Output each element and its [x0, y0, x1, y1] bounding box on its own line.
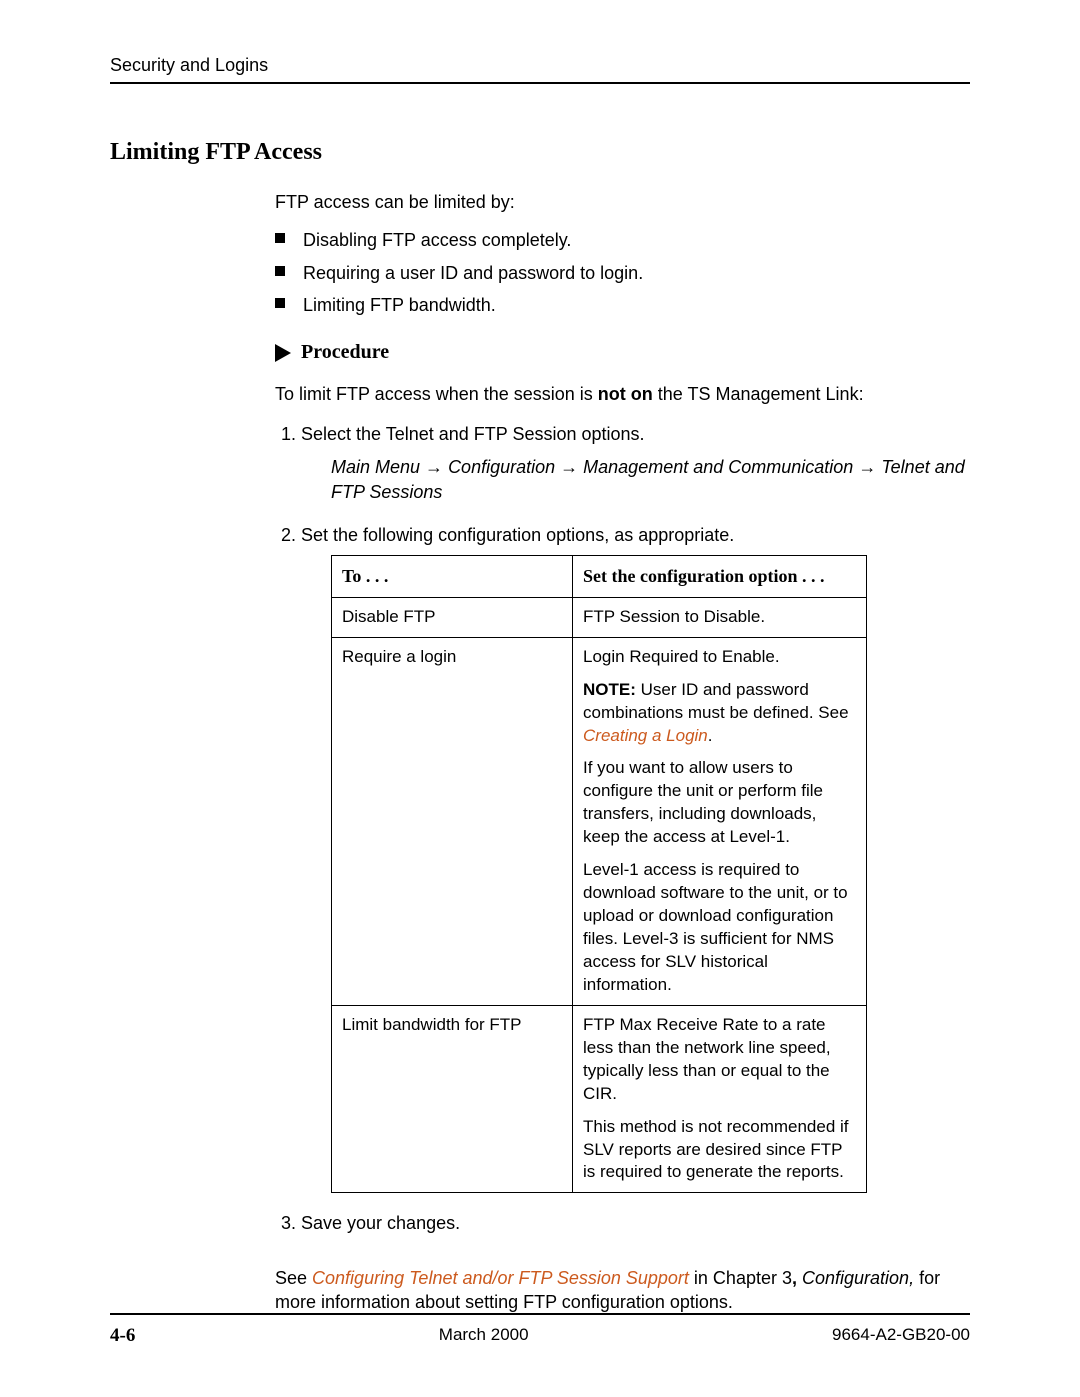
cross-ref-link[interactable]: Creating a Login [583, 726, 708, 745]
cell-para: Login Required to Enable. [583, 646, 856, 669]
config-table: To . . . Set the configuration option . … [331, 555, 867, 1193]
step-1: Select the Telnet and FTP Session option… [301, 422, 970, 505]
cell-para: NOTE: User ID and password combinations … [583, 679, 856, 748]
arrow-right-icon: → [560, 457, 578, 477]
step-text: Set the following configuration options,… [301, 525, 734, 545]
bullet-list: Disabling FTP access completely. Requiri… [275, 228, 970, 317]
step-3: Save your changes. [301, 1211, 970, 1235]
arrow-right-icon: → [425, 457, 443, 477]
text: in Chapter 3 [689, 1268, 792, 1288]
bullet-text: Requiring a user ID and password to logi… [303, 263, 643, 283]
table-head-left: To . . . [332, 556, 573, 597]
table-row: Disable FTP FTP Session to Disable. [332, 597, 867, 637]
page-number: 4-6 [110, 1325, 135, 1347]
cell-para: Level-1 access is required to download s… [583, 859, 856, 997]
step-2: Set the following configuration options,… [301, 523, 970, 1193]
triangle-right-icon [275, 344, 291, 362]
procedure-heading: Procedure [275, 339, 970, 366]
reference-para: See Configuring Telnet and/or FTP Sessio… [275, 1266, 970, 1315]
page-footer: 4-6 March 2000 9664-A2-GB20-00 [110, 1313, 970, 1347]
text: . [708, 726, 713, 745]
path-part: Main Menu [331, 457, 425, 477]
italic-text: Configuration, [802, 1268, 914, 1288]
cell-left: Limit bandwidth for FTP [332, 1005, 573, 1193]
menu-path: Main Menu → Configuration → Management a… [331, 455, 970, 505]
body-block: FTP access can be limited by: Disabling … [275, 190, 970, 1314]
footer-date: March 2000 [439, 1325, 529, 1347]
cell-para: If you want to allow users to configure … [583, 757, 856, 849]
text: To limit FTP access when the session is [275, 384, 598, 404]
text: , [792, 1268, 802, 1288]
section-title: Limiting FTP Access [110, 139, 970, 166]
step-text: Select the Telnet and FTP Session option… [301, 424, 645, 444]
running-head: Security and Logins [110, 55, 970, 84]
path-part: Management and Communication [583, 457, 858, 477]
table-row: Limit bandwidth for FTP FTP Max Receive … [332, 1005, 867, 1193]
cell-right: FTP Session to Disable. [573, 597, 867, 637]
path-part: Configuration [448, 457, 560, 477]
procedure-lead: To limit FTP access when the session is … [275, 382, 970, 406]
doc-number: 9664-A2-GB20-00 [832, 1325, 970, 1347]
bullet-item: Limiting FTP bandwidth. [303, 293, 970, 317]
cell-left: Require a login [332, 637, 573, 1005]
cell-right: FTP Max Receive Rate to a rate less than… [573, 1005, 867, 1193]
table-row: Require a login Login Required to Enable… [332, 637, 867, 1005]
bold-text: not on [598, 384, 653, 404]
bullet-item: Disabling FTP access completely. [303, 228, 970, 252]
arrow-right-icon: → [858, 457, 876, 477]
bullet-text: Limiting FTP bandwidth. [303, 295, 496, 315]
cell-right: Login Required to Enable. NOTE: User ID … [573, 637, 867, 1005]
bullet-text: Disabling FTP access completely. [303, 230, 571, 250]
text: See [275, 1268, 312, 1288]
table-head-right: Set the configuration option . . . [573, 556, 867, 597]
procedure-label: Procedure [301, 339, 389, 366]
cell-para: FTP Max Receive Rate to a rate less than… [583, 1014, 856, 1106]
text: the TS Management Link: [653, 384, 864, 404]
procedure-steps: Select the Telnet and FTP Session option… [275, 422, 970, 1235]
intro-text: FTP access can be limited by: [275, 190, 970, 214]
bullet-item: Requiring a user ID and password to logi… [303, 261, 970, 285]
cell-para: This method is not recommended if SLV re… [583, 1116, 856, 1185]
cell-left: Disable FTP [332, 597, 573, 637]
note-label: NOTE: [583, 680, 636, 699]
cross-ref-link[interactable]: Configuring Telnet and/or FTP Session Su… [312, 1268, 689, 1288]
step-text: Save your changes. [301, 1213, 460, 1233]
